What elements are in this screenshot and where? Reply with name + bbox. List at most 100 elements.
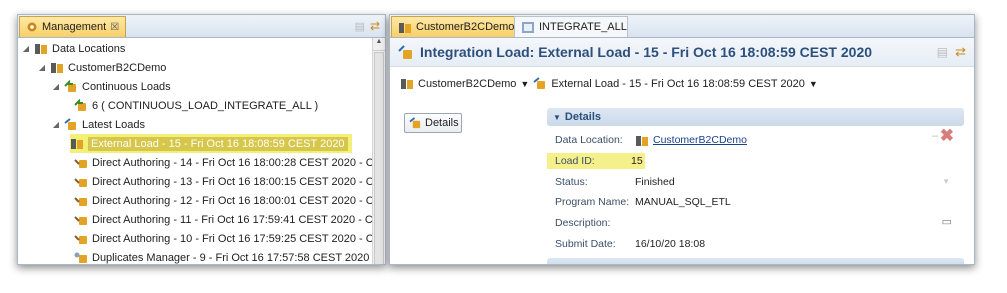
tree-item-label: CustomerB2CDemo xyxy=(68,61,167,74)
field-program-name: Program Name: MANUAL_SQL_ETL xyxy=(555,194,731,210)
direct-authoring-icon xyxy=(74,232,88,245)
data-location-icon xyxy=(398,21,412,34)
data-location-icon xyxy=(400,77,414,90)
field-value: 15 xyxy=(631,155,643,167)
tree-item-label: External Load - 15 - Fri Oct 16 18:08:59… xyxy=(88,136,348,151)
field-status: Status: Finished xyxy=(555,174,675,190)
integration-load-icon xyxy=(398,44,414,60)
tab-integrate-all[interactable]: INTEGRATE_ALL xyxy=(514,16,628,37)
tree-item-duplicates-manager-9[interactable]: Duplicates Manager - 9 - Fri Oct 16 17:5… xyxy=(74,248,373,264)
tree-item-continuous-loads[interactable]: ◢ Continuous Loads xyxy=(52,77,171,96)
page-title: Integration Load: External Load - 15 - F… xyxy=(420,44,873,60)
collapse-icon[interactable]: ◢ xyxy=(38,63,46,72)
refresh-icon[interactable]: ⇄ xyxy=(955,44,966,60)
tab-label: INTEGRATE_ALL xyxy=(539,21,627,33)
tree-scrollbar[interactable]: ▲ xyxy=(372,38,385,264)
editor-header: Integration Load: External Load - 15 - F… xyxy=(390,38,974,67)
tree-item-direct-authoring-10[interactable]: Direct Authoring - 10 - Fri Oct 16 17:59… xyxy=(74,229,373,248)
field-label: Data Location: xyxy=(555,134,623,146)
direct-authoring-icon xyxy=(74,156,88,169)
details-section-header[interactable]: ▼ Details xyxy=(547,108,964,126)
field-label: Load ID: xyxy=(555,155,595,167)
tree-item-label: 6 ( CONTINUOUS_LOAD_INTEGRATE_ALL ) xyxy=(92,99,319,112)
tree-item-direct-authoring-11[interactable]: Direct Authoring - 11 - Fri Oct 16 17:59… xyxy=(74,210,373,229)
delete-icon[interactable]: ✖ xyxy=(940,126,954,146)
tree-item-direct-authoring-14[interactable]: Direct Authoring - 14 - Fri Oct 16 18:00… xyxy=(74,153,373,172)
field-label: Description: xyxy=(555,217,611,229)
breadcrumb: CustomerB2CDemo ▼ External Load - 15 - F… xyxy=(400,77,818,90)
tree-item-label: Direct Authoring - 13 - Fri Oct 16 18:00… xyxy=(92,175,373,188)
chevron-down-icon[interactable]: ▼ xyxy=(809,79,818,89)
section-title: Details xyxy=(564,111,601,123)
data-locations-icon xyxy=(34,42,48,55)
breadcrumb-item[interactable]: CustomerB2CDemo xyxy=(418,78,516,90)
breadcrumb-item[interactable]: External Load - 15 - Fri Oct 16 18:08:59… xyxy=(551,78,805,90)
collapse-icon[interactable]: ◢ xyxy=(52,82,60,91)
management-gear-icon xyxy=(26,21,38,33)
collapse-icon[interactable]: ▼ xyxy=(553,113,561,122)
collapse-all-icon[interactable]: ▤ xyxy=(355,20,365,33)
direct-authoring-icon xyxy=(74,175,88,188)
expand-editor-icon[interactable]: ▭ xyxy=(942,215,952,228)
field-label: Status: xyxy=(555,176,588,188)
link-with-editor-icon[interactable]: ⇄ xyxy=(370,19,380,33)
data-location-icon xyxy=(50,61,64,74)
tree-item-label: Direct Authoring - 11 - Fri Oct 16 17:59… xyxy=(92,213,373,226)
field-label: Submit Date: xyxy=(555,238,616,250)
tree-item-data-locations[interactable]: ◢ Data Locations xyxy=(22,39,125,58)
tab-customerb2cdemo[interactable]: CustomerB2CDemo ☒ xyxy=(391,16,535,37)
tab-management-label: Management xyxy=(42,21,107,33)
duplicates-manager-icon xyxy=(74,251,88,264)
field-data-location: Data Location: CustomerB2CDemo xyxy=(555,132,747,148)
details-section: ▼ Details Data Location: CustomerB2CDemo… xyxy=(547,108,964,264)
tree-item-direct-authoring-12[interactable]: Direct Authoring - 12 - Fri Oct 16 18:00… xyxy=(74,191,373,210)
tree-item-label: Direct Authoring - 10 - Fri Oct 16 17:59… xyxy=(92,232,373,245)
tree-item-label: Continuous Loads xyxy=(82,80,171,93)
tree-item-label: Duplicates Manager - 9 - Fri Oct 16 17:5… xyxy=(92,251,373,264)
field-value: Finished xyxy=(635,176,675,188)
field-value: MANUAL_SQL_ETL xyxy=(635,196,731,208)
close-icon[interactable]: ☒ xyxy=(110,22,119,33)
data-locations-tree: ◢ Data Locations ◢ CustomerB2CDemo ◢ Con… xyxy=(18,38,373,264)
editor-panel: CustomerB2CDemo ☒ INTEGRATE_ALL Integrat… xyxy=(389,14,975,265)
field-label: Program Name: xyxy=(555,196,630,208)
field-description: Description: xyxy=(555,215,635,231)
field-load-id: Load ID: 15 xyxy=(547,153,645,169)
next-section-header[interactable] xyxy=(547,258,964,264)
tree-item-latest-loads[interactable]: ◢ Latest Loads xyxy=(52,115,145,134)
tree-item-direct-authoring-13[interactable]: Direct Authoring - 13 - Fri Oct 16 18:00… xyxy=(74,172,373,191)
scrollbar-thumb[interactable] xyxy=(374,52,384,264)
collapse-icon[interactable]: ◢ xyxy=(52,120,60,129)
field-value: CustomerB2CDemo xyxy=(635,134,747,147)
collapse-icon[interactable]: ◢ xyxy=(22,44,30,53)
continuous-load-icon xyxy=(74,99,88,112)
clear-icon[interactable]: – xyxy=(932,130,938,142)
status-dropdown-icon[interactable]: ▼ xyxy=(942,177,950,186)
job-icon xyxy=(521,21,535,34)
tree-item-external-load-15[interactable]: External Load - 15 - Fri Oct 16 18:08:59… xyxy=(70,134,352,153)
external-load-icon xyxy=(70,137,84,150)
continuous-loads-icon xyxy=(64,80,78,93)
data-location-link[interactable]: CustomerB2CDemo xyxy=(653,134,747,146)
tab-label: CustomerB2CDemo xyxy=(416,21,515,33)
details-button[interactable]: Details xyxy=(404,113,462,133)
management-tab-bar: Management ☒ ▤ ⇄ xyxy=(18,15,385,38)
integration-load-icon xyxy=(533,77,547,90)
management-panel: Management ☒ ▤ ⇄ ◢ Data Locations ◢ Cust… xyxy=(17,14,386,265)
tab-management[interactable]: Management ☒ xyxy=(19,16,127,37)
data-location-icon xyxy=(635,134,649,147)
integration-load-icon xyxy=(409,117,422,129)
direct-authoring-icon xyxy=(74,213,88,226)
field-submit-date: Submit Date: 16/10/20 18:08 xyxy=(555,236,705,252)
save-icon[interactable]: ▤ xyxy=(937,45,948,59)
tree-item-label: Latest Loads xyxy=(82,118,145,131)
tree-item-label: Data Locations xyxy=(52,42,126,55)
direct-authoring-icon xyxy=(74,194,88,207)
scroll-up-icon[interactable]: ▲ xyxy=(373,38,385,51)
tree-item-customerb2cdemo[interactable]: ◢ CustomerB2CDemo xyxy=(38,58,167,77)
tree-item-label: Direct Authoring - 14 - Fri Oct 16 18:00… xyxy=(92,156,373,169)
editor-tab-bar: CustomerB2CDemo ☒ INTEGRATE_ALL xyxy=(390,15,974,38)
chevron-down-icon[interactable]: ▼ xyxy=(520,79,529,89)
details-button-label: Details xyxy=(425,117,459,129)
tree-item-continuous-load-6[interactable]: 6 ( CONTINUOUS_LOAD_INTEGRATE_ALL ) xyxy=(74,96,318,115)
